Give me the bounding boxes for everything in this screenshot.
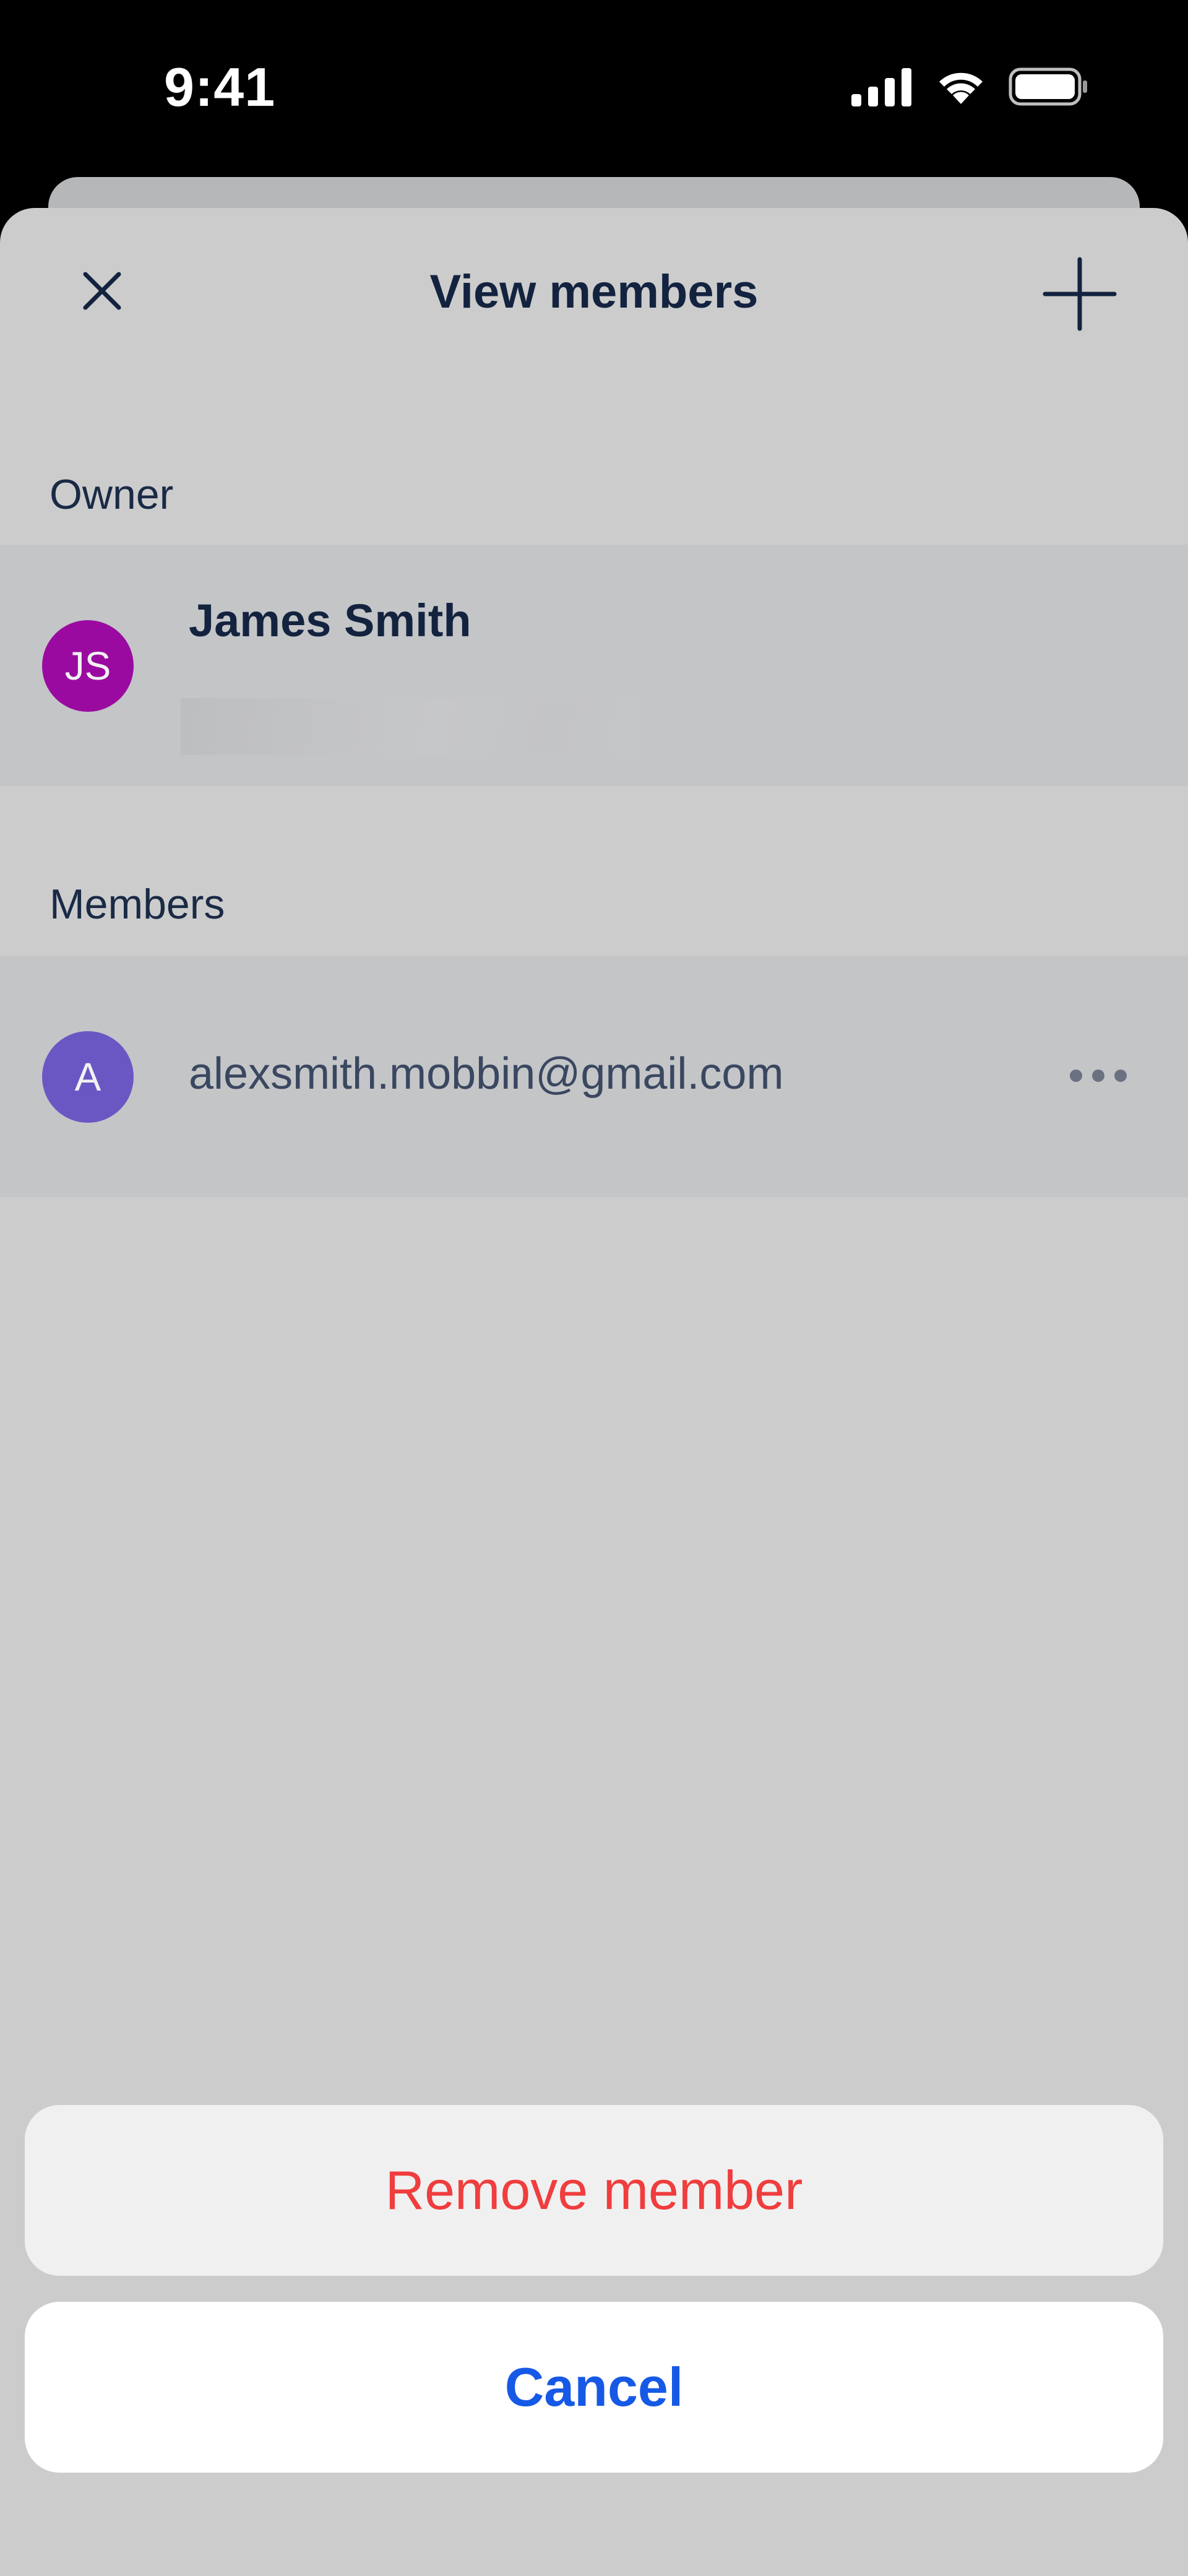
remove-member-button[interactable]: Remove member xyxy=(25,2105,1163,2276)
owner-section-label: Owner xyxy=(50,471,174,518)
owner-name: James Smith xyxy=(189,595,471,646)
status-bar: 9:41 xyxy=(0,0,1188,179)
redacted-owner-detail xyxy=(181,698,639,755)
status-time: 9:41 xyxy=(164,56,276,118)
member-row[interactable]: A alexsmith.mobbin@gmail.com xyxy=(0,956,1188,1197)
avatar: JS xyxy=(42,620,134,712)
plus-icon xyxy=(1043,257,1117,333)
nav-bar: View members xyxy=(0,208,1188,387)
cancel-button[interactable]: Cancel xyxy=(25,2302,1163,2473)
avatar-initials: JS xyxy=(64,644,111,688)
more-horizontal-icon xyxy=(1069,1068,1128,1085)
cellular-signal-icon xyxy=(851,67,913,110)
member-email: alexsmith.mobbin@gmail.com xyxy=(189,1049,784,1099)
avatar: A xyxy=(42,1031,134,1123)
battery-icon xyxy=(1009,67,1089,110)
add-member-button[interactable] xyxy=(1027,251,1132,338)
owner-row[interactable]: JS James Smith xyxy=(0,545,1188,786)
page-title: View members xyxy=(429,266,759,318)
wifi-icon xyxy=(934,67,988,110)
member-more-button[interactable] xyxy=(1058,1048,1138,1104)
members-section-label: Members xyxy=(50,881,225,928)
avatar-initial: A xyxy=(74,1055,101,1099)
status-icons xyxy=(851,64,1089,111)
